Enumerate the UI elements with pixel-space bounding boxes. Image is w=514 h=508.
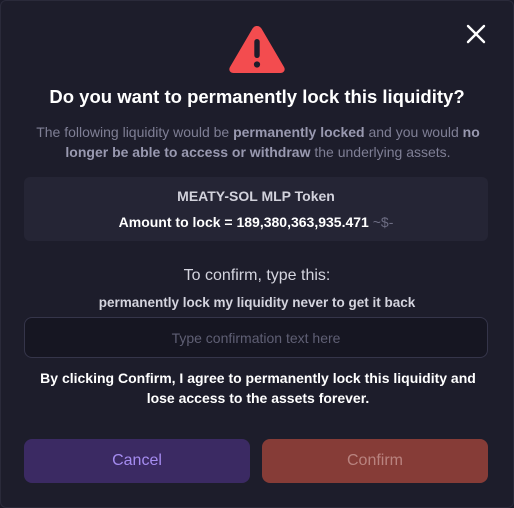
amount-value: 189,380,363,935.471 bbox=[236, 214, 369, 230]
token-summary-box: MEATY-SOL MLP Token Amount to lock = 189… bbox=[24, 177, 488, 241]
warning-triangle-icon bbox=[228, 24, 286, 74]
amount-label: Amount to lock = bbox=[118, 214, 237, 230]
agreement-text: By clicking Confirm, I agree to permanen… bbox=[40, 370, 476, 406]
confirmation-input[interactable] bbox=[24, 317, 488, 358]
cancel-button[interactable]: Cancel bbox=[24, 439, 250, 483]
description-text: The following liquidity would be bbox=[36, 124, 234, 140]
description-emphasis: permanently locked bbox=[233, 124, 365, 140]
token-name: MEATY-SOL MLP Token bbox=[177, 188, 335, 204]
confirm-button[interactable]: Confirm bbox=[262, 439, 488, 483]
description-text: the underlying assets. bbox=[310, 144, 451, 160]
confirmation-phrase: permanently lock my liquidity never to g… bbox=[98, 295, 416, 310]
dialog-description: The following liquidity would be permane… bbox=[23, 122, 493, 162]
close-icon[interactable] bbox=[463, 21, 489, 47]
lock-liquidity-dialog: Do you want to permanently lock this liq… bbox=[0, 0, 514, 508]
confirm-heading: To confirm, type this: bbox=[183, 267, 331, 284]
dialog-title: Do you want to permanently lock this liq… bbox=[49, 86, 465, 107]
lock-amount: Amount to lock = 189,380,363,935.471 ~$- bbox=[24, 214, 488, 230]
amount-usd-value: ~$- bbox=[372, 214, 394, 230]
description-text: and you would bbox=[364, 124, 463, 140]
